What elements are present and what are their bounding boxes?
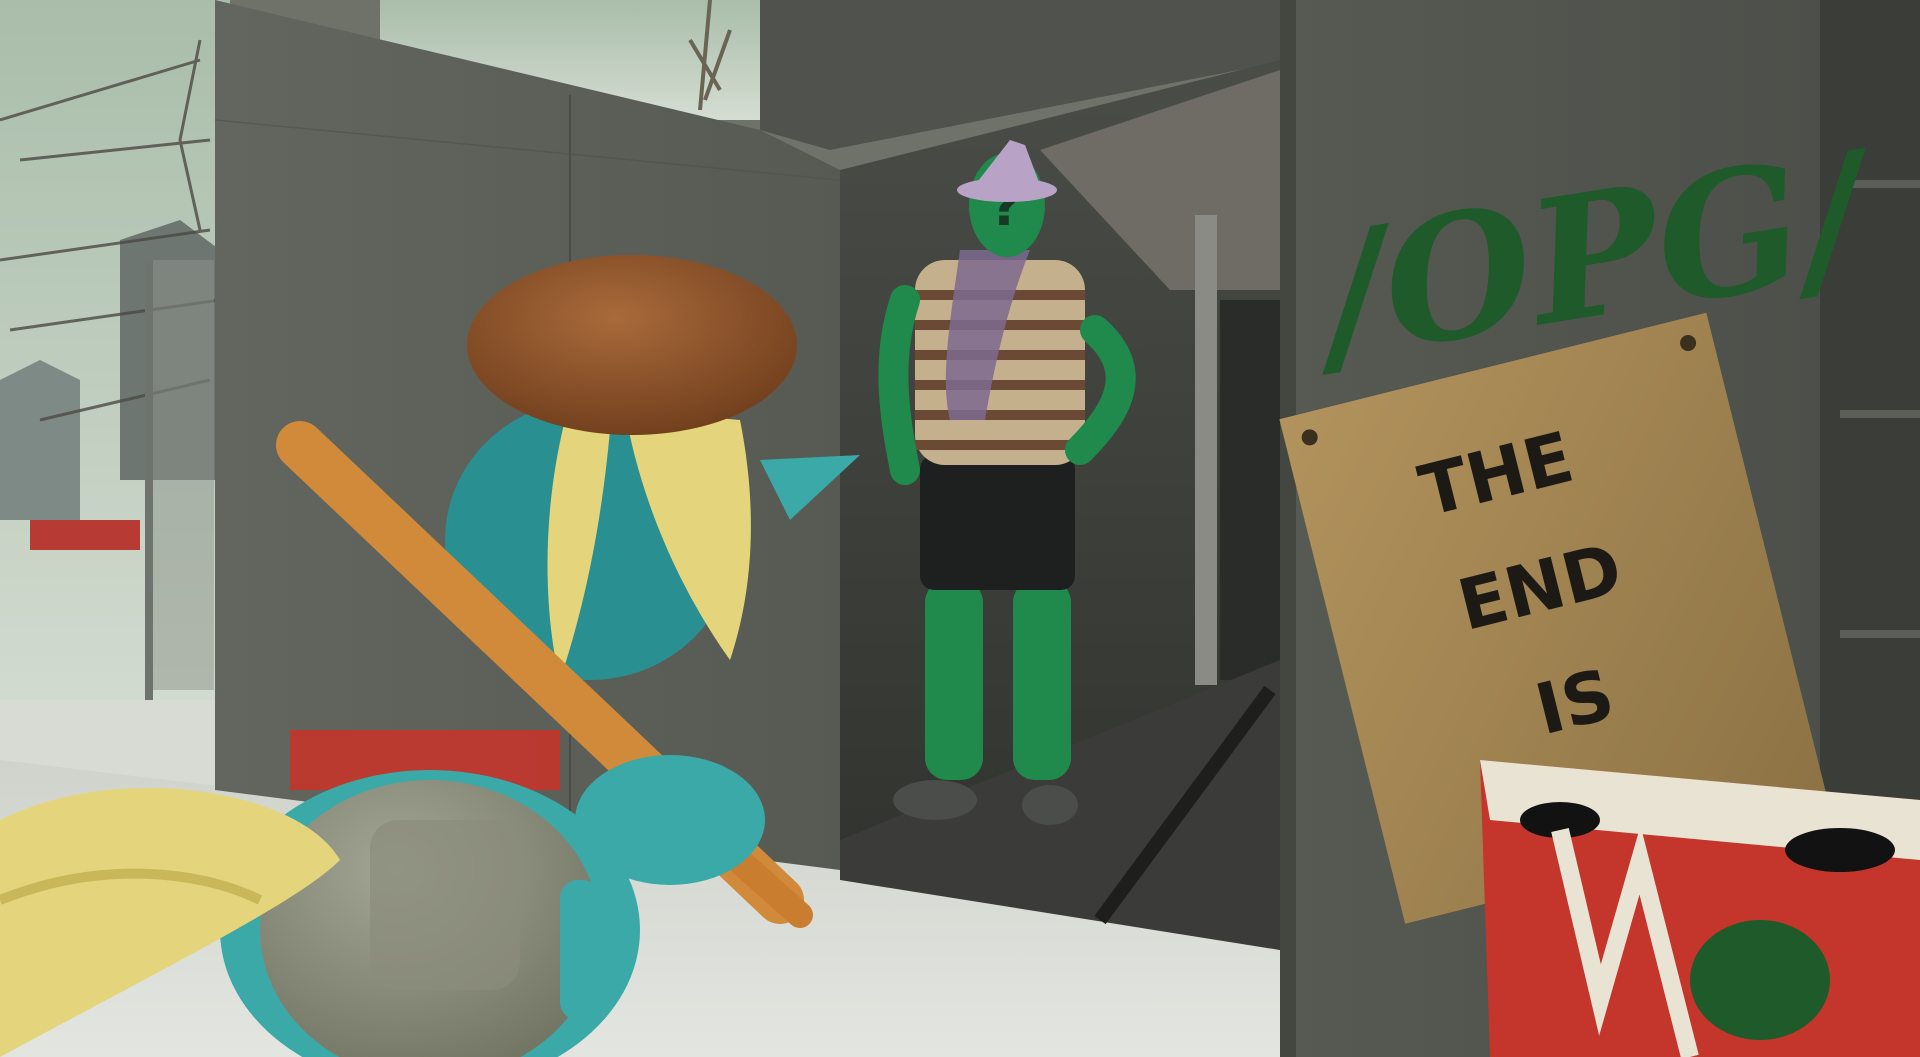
red-box [1480,760,1920,1057]
game-scene: /OPG/ ? THE END IS [0,0,1920,1057]
